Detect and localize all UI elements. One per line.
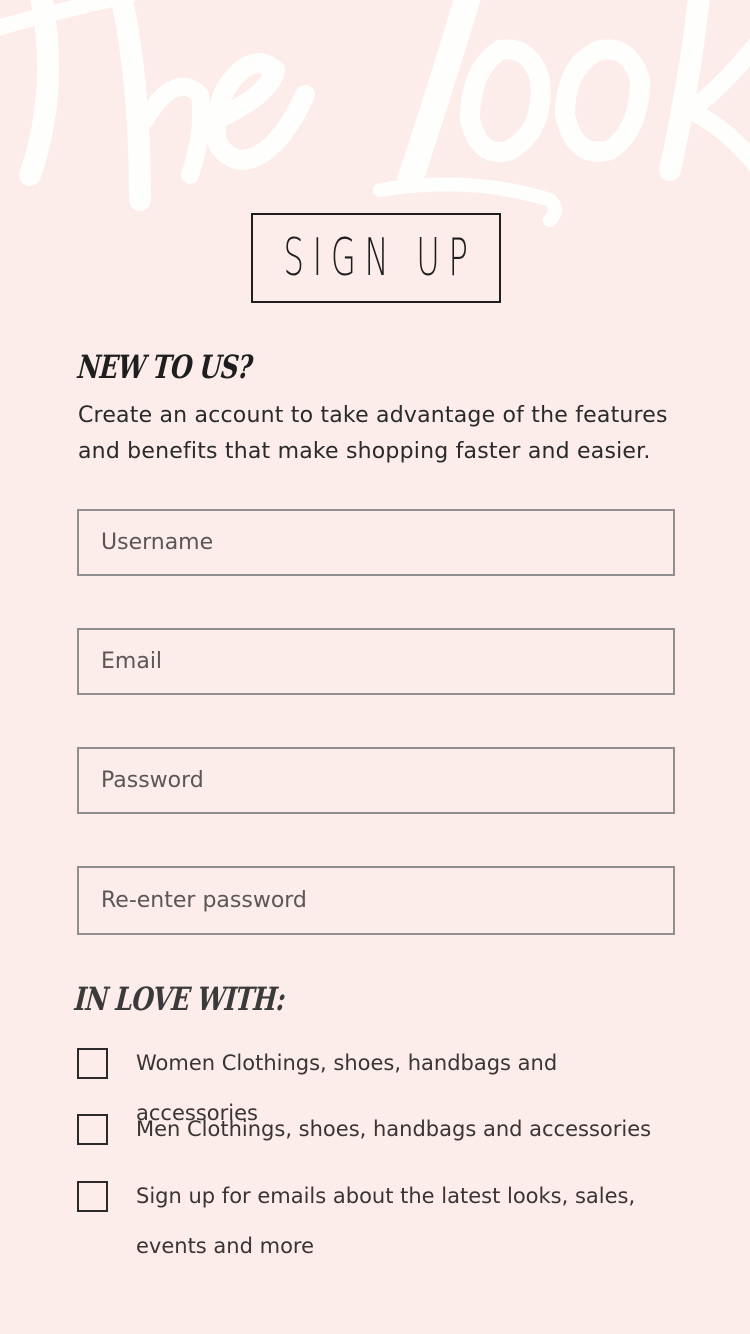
men-checkbox[interactable] xyxy=(77,1114,108,1145)
women-checkbox[interactable] xyxy=(77,1048,108,1079)
men-checkbox-label: Men Clothings, shoes, handbags and acces… xyxy=(136,1117,652,1141)
new-to-us-heading: NEW TO US? xyxy=(76,348,254,386)
signup-screen: SIGN UP NEW TO US? Create an account to … xyxy=(0,0,750,1334)
email-field[interactable] xyxy=(77,628,675,695)
password-field[interactable] xyxy=(77,747,675,814)
emails-checkbox[interactable] xyxy=(77,1181,108,1212)
interest-option-men: Men Clothings, shoes, handbags and acces… xyxy=(77,1114,697,1154)
in-love-with-heading: IN LOVE WITH: xyxy=(73,980,287,1018)
emails-checkbox-label: Sign up for emails about the latest look… xyxy=(136,1184,636,1258)
page-title: SIGN UP xyxy=(283,228,477,288)
username-field[interactable] xyxy=(77,509,675,576)
reenter-password-field[interactable] xyxy=(77,866,675,935)
brand-watermark-logo xyxy=(0,0,750,227)
intro-description: Create an account to take advantage of t… xyxy=(78,403,668,464)
interest-option-emails: Sign up for emails about the latest look… xyxy=(77,1181,697,1271)
signup-title-box: SIGN UP xyxy=(251,213,501,303)
